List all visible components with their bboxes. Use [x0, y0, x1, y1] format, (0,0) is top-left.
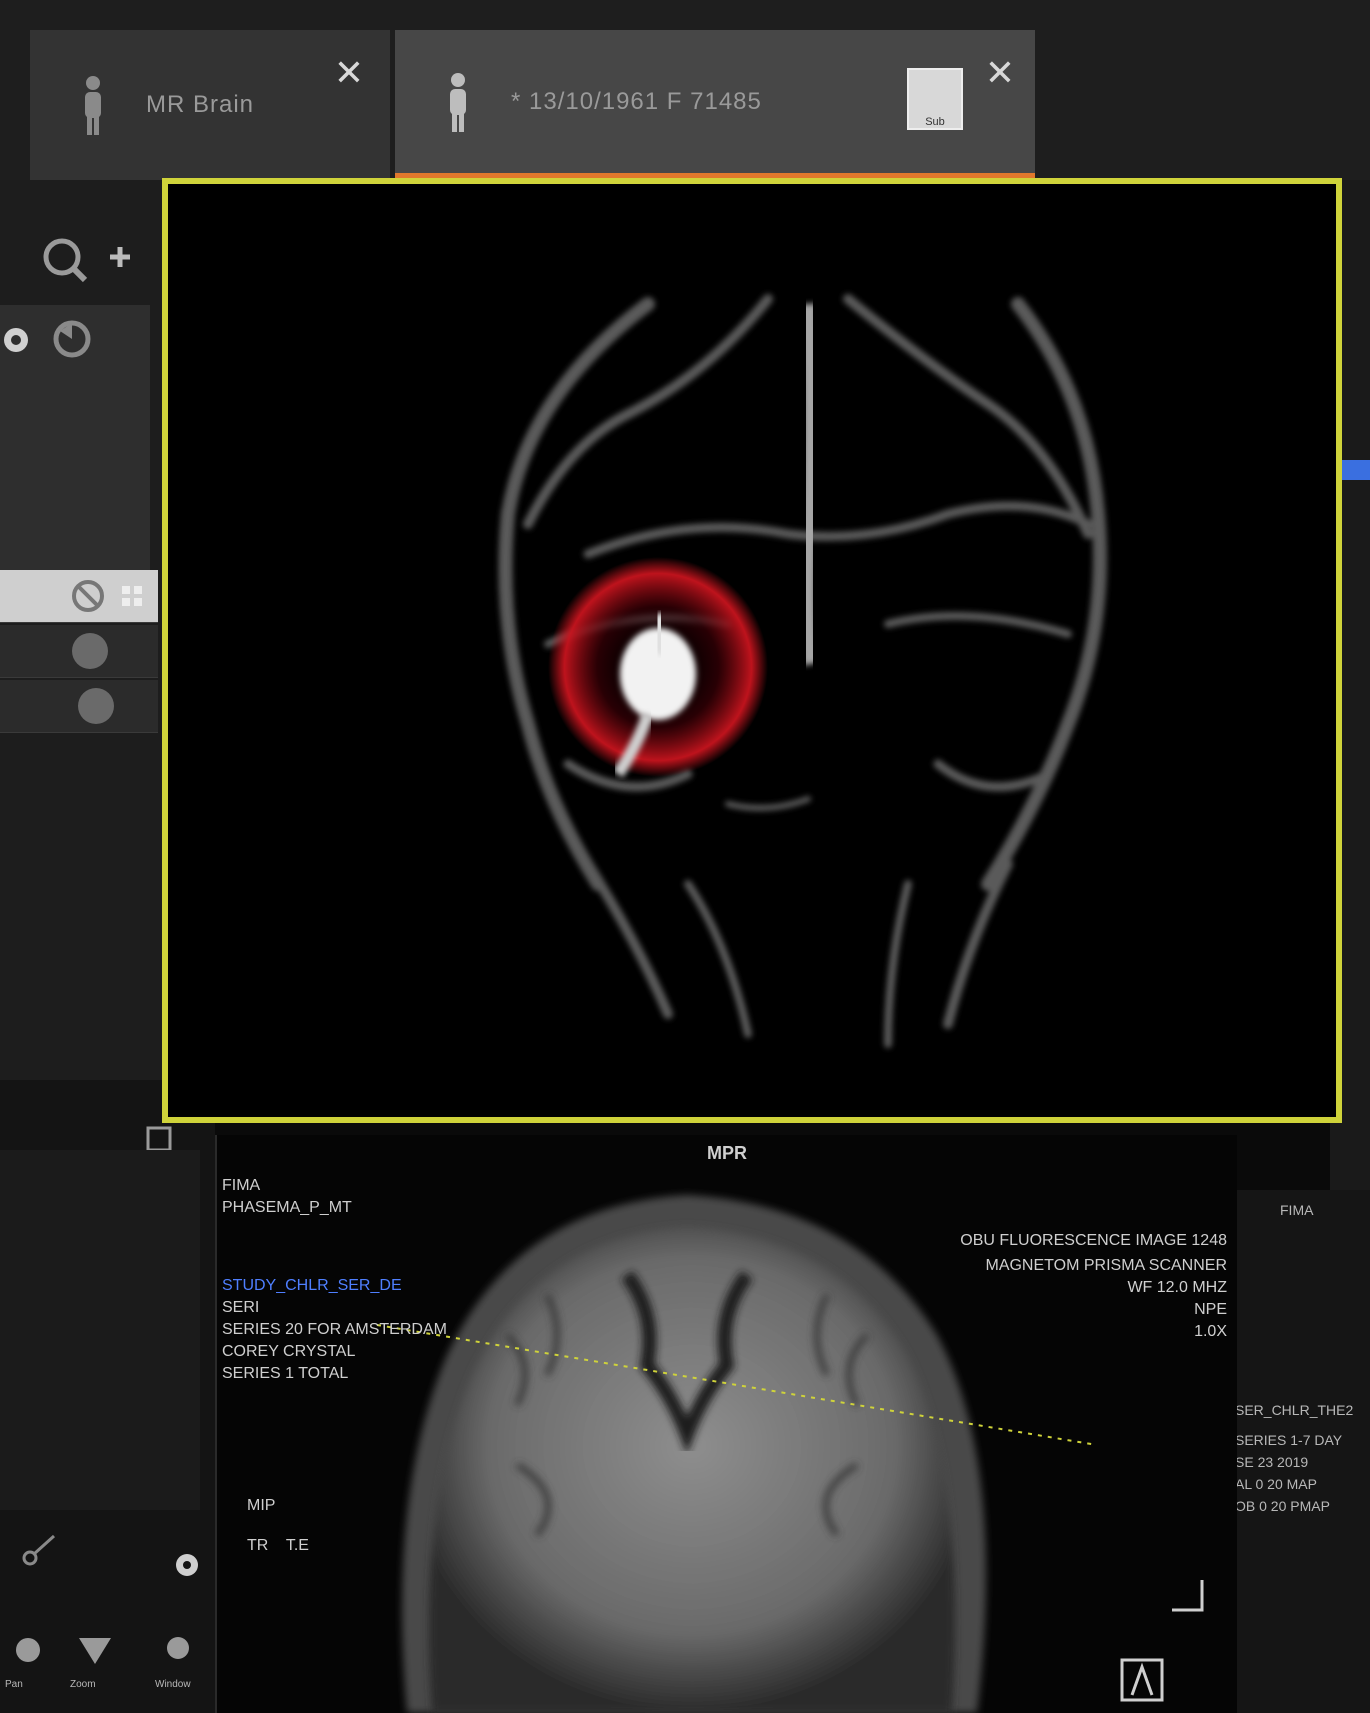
right-series-panel: FIMA SER_CHLR_THE2 SERIES 1-7 DAY SE 23 … [1230, 1190, 1370, 1713]
visibility-icon[interactable] [78, 688, 114, 724]
overlay-text: COREY CRYSTAL [222, 1343, 356, 1360]
overlay-text: PHASEMA_P_MT [222, 1199, 352, 1216]
overlay-text: SERIES 1 TOTAL [222, 1365, 349, 1382]
info-block [1338, 510, 1370, 570]
brain-coronal-image [376, 1195, 1098, 1713]
window-icon[interactable] [160, 1630, 200, 1670]
rotate-icon[interactable] [50, 317, 95, 362]
maximize-icon[interactable] [145, 1125, 173, 1153]
tool-label: Window [155, 1679, 191, 1690]
series-info: SE 23 2019 [1235, 1454, 1309, 1470]
layer-row[interactable] [0, 680, 158, 733]
mra-viewport[interactable] [162, 178, 1342, 1123]
settings-icon[interactable] [172, 1550, 202, 1580]
close-icon[interactable]: ✕ [334, 52, 364, 94]
tab-patient-2[interactable]: * 13/10/1961 F 71485 Sub ✕ [395, 30, 1035, 180]
close-icon[interactable]: ✕ [985, 52, 1015, 94]
left-lower-panel: Pan Zoom Window [0, 1080, 215, 1713]
viewport-title: MPR [707, 1143, 747, 1163]
mra-vessel-image [498, 294, 1107, 1048]
overlay-text: SERI [222, 1299, 260, 1316]
visibility-icon[interactable] [72, 633, 108, 669]
overlay-text: FIMA [222, 1177, 261, 1194]
overlay-text: NPE [1194, 1301, 1227, 1318]
tab-label: * 13/10/1961 F 71485 [511, 87, 762, 115]
series-header: FIMA [1280, 1202, 1314, 1218]
thumbnail-panel [0, 1150, 200, 1510]
superior-sagittal-sinus [797, 303, 821, 666]
overlay-text: MIP [247, 1497, 276, 1514]
thumbnail-label: Sub [925, 116, 945, 128]
overlay-text: 1.0X [1194, 1323, 1227, 1340]
pan-icon[interactable] [8, 1630, 48, 1670]
layer-row[interactable] [0, 625, 158, 678]
orientation-icon[interactable] [1167, 1575, 1207, 1615]
series-info: SERIES 1-7 DAY [1235, 1432, 1343, 1448]
overlay-text: TR T.E [247, 1537, 309, 1554]
patient-orientation-icon [1120, 1658, 1164, 1702]
tool-label: Zoom [70, 1679, 96, 1690]
zoom-add-icon[interactable] [40, 235, 140, 285]
series-thumbnail[interactable]: Sub [907, 68, 963, 130]
zoom-icon[interactable] [75, 1630, 115, 1670]
layer-row-active[interactable] [0, 570, 158, 623]
series-link[interactable]: SER_CHLR_THE2 [1235, 1400, 1353, 1420]
window-level-icon[interactable] [70, 578, 106, 614]
tab-patient-1[interactable]: MR Brain ✕ [30, 30, 390, 180]
mpr-viewport[interactable]: MPR FIMA PHASEMA_P_MT STUDY_CHLR_SER_DE … [215, 1135, 1237, 1713]
series-info: OB 0 20 PMAP [1235, 1498, 1330, 1514]
overlay-text: MAGNETOM PRISMA SCANNER [985, 1257, 1227, 1274]
gear-icon[interactable] [0, 320, 40, 360]
overlay-link[interactable]: STUDY_CHLR_SER_DE [222, 1275, 402, 1297]
overlay-text: WF 12.0 MHZ [1127, 1279, 1227, 1296]
person-icon [450, 72, 466, 132]
tool-group [0, 305, 150, 585]
scissors-icon[interactable] [20, 1530, 60, 1570]
series-info: AL 0 20 MAP [1235, 1476, 1317, 1492]
overlay-text: OBU FLUORESCENCE IMAGE 1248 [960, 1232, 1227, 1249]
tab-label: MR Brain [146, 91, 255, 118]
status-badge [1338, 460, 1370, 480]
tool-label: Pan [5, 1679, 23, 1690]
overlay-text: SERIES 20 FOR AMSTERDAM [222, 1321, 447, 1338]
tab-bar: MR Brain ✕ * 13/10/1961 F 71485 Sub ✕ [0, 0, 1370, 180]
grid-layout-icon[interactable] [120, 584, 144, 608]
person-icon [85, 76, 101, 135]
